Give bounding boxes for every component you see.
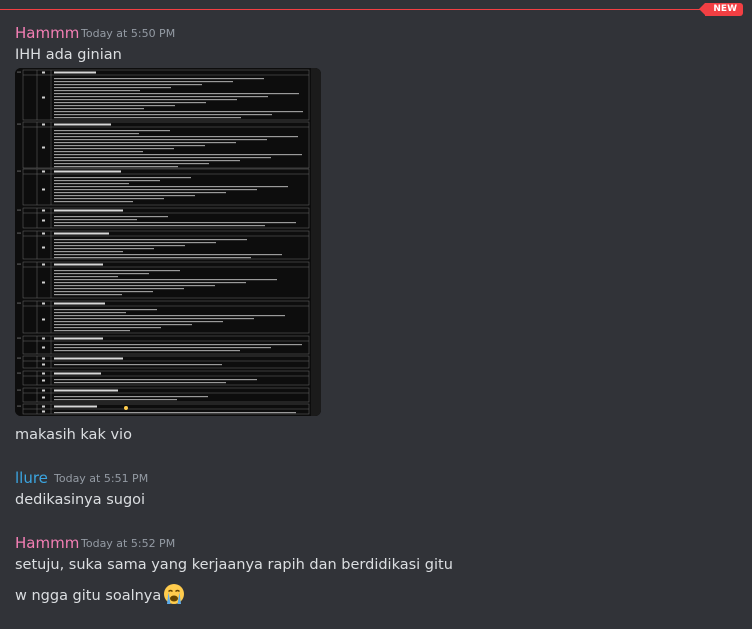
image-attachment[interactable] bbox=[15, 68, 321, 416]
loudly-crying-face-icon[interactable] bbox=[162, 582, 186, 606]
message-text-with-emoji: w ngga gitu soalnya bbox=[15, 582, 186, 606]
message-text: setuju, suka sama yang kerjaanya rapih d… bbox=[15, 557, 453, 573]
message-text: dedikasinya sugoi bbox=[15, 492, 146, 508]
chat-message-list: NEW Hammm Today at 5:50 PM IHH ada ginia… bbox=[0, 0, 752, 629]
message-text: makasih kak vio bbox=[15, 427, 132, 443]
new-messages-divider bbox=[0, 9, 740, 10]
message-timestamp[interactable]: Today at 5:51 PM bbox=[54, 472, 148, 486]
message-author[interactable]: Hammm bbox=[15, 24, 79, 42]
message-author[interactable]: Hammm bbox=[15, 534, 79, 552]
message-author[interactable]: llure bbox=[15, 469, 48, 487]
spreadsheet-screenshot-image bbox=[15, 68, 321, 416]
message-text: IHH ada ginian bbox=[15, 47, 122, 63]
message-timestamp[interactable]: Today at 5:52 PM bbox=[81, 537, 175, 551]
new-messages-badge[interactable]: NEW bbox=[699, 3, 743, 16]
message-text: w ngga gitu soalnya bbox=[15, 588, 162, 604]
message-timestamp[interactable]: Today at 5:50 PM bbox=[81, 27, 175, 41]
